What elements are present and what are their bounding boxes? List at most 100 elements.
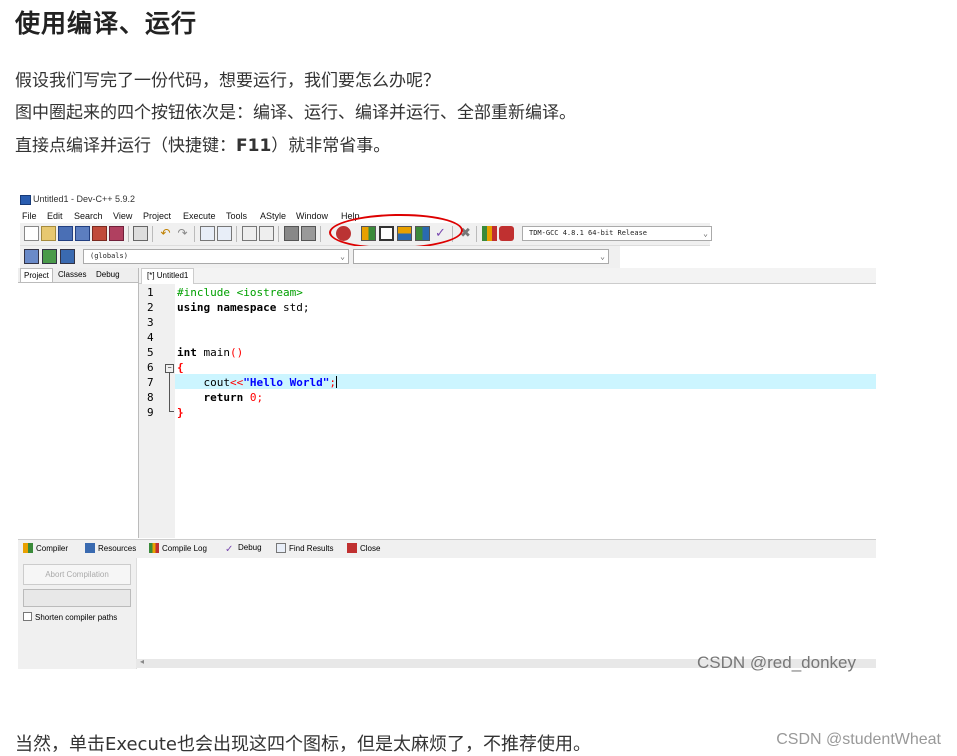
compile-progress-bar (23, 589, 131, 607)
toolbar-separator (278, 226, 279, 242)
menu-window[interactable]: Window (296, 211, 328, 221)
semicolon: ; (256, 391, 264, 404)
tab-compile-log-label: Compile Log (162, 544, 207, 553)
parens: () (230, 346, 244, 359)
paragraph-1: 假设我们写完了一份代码，想要运行，我们要怎么办呢？ (15, 71, 440, 91)
paragraph-3-a: 直接点编译并运行（快捷键： (15, 136, 236, 156)
compiler-select[interactable]: TDM-GCC 4.8.1 64-bit Release ⌄ (522, 226, 712, 241)
member-select[interactable]: ⌄ (353, 249, 609, 264)
tab-classes[interactable]: Classes (58, 270, 86, 279)
line-number: 6 (147, 361, 154, 374)
tab-debug-label: Debug (238, 543, 262, 552)
goto-definition-icon[interactable] (42, 249, 57, 264)
new-file-icon[interactable] (24, 226, 39, 241)
save-all-icon[interactable] (75, 226, 90, 241)
fold-minus-icon[interactable]: − (165, 364, 174, 373)
toolbar-separator (128, 226, 129, 242)
profile-icon[interactable] (482, 226, 497, 241)
scroll-left-icon[interactable]: ◂ (140, 657, 144, 666)
scope-select-value: (globals) (90, 252, 128, 260)
find-results-icon (276, 543, 286, 553)
keyword: return (177, 391, 244, 404)
toolbar-separator (194, 226, 195, 242)
bottom-tab-bar: Compiler Resources Compile Log ✓ Debug Fi… (18, 539, 876, 559)
menu-search[interactable]: Search (74, 211, 103, 221)
shorten-paths-label: Shorten compiler paths (35, 613, 118, 622)
editor-tab-bar: [*] Untitled1 (139, 268, 876, 284)
debug-check-icon: ✓ (225, 544, 234, 555)
checkbox-box (23, 612, 32, 621)
editor-tab-untitled1[interactable]: [*] Untitled1 (141, 268, 195, 284)
line-number: 2 (147, 301, 154, 314)
menu-view[interactable]: View (113, 211, 132, 221)
line-number: 8 (147, 391, 154, 404)
line-number: 5 (147, 346, 154, 359)
line-number: 7 (147, 376, 154, 389)
code-line: cout<<"Hello World"; (177, 376, 337, 389)
tab-debug-bottom[interactable]: ✓ Debug (225, 543, 262, 555)
save-icon[interactable] (58, 226, 73, 241)
code-line: { (177, 361, 184, 374)
toolbar-separator (476, 226, 477, 242)
project-panel: Project Classes Debug (18, 268, 139, 538)
menu-edit[interactable]: Edit (47, 211, 63, 221)
goto-declaration-icon[interactable] (24, 249, 39, 264)
tab-resources[interactable]: Resources (85, 543, 136, 553)
code-line: return 0; (177, 391, 263, 404)
fold-end (169, 411, 174, 412)
insert-icon[interactable] (60, 249, 75, 264)
menu-execute[interactable]: Execute (183, 211, 216, 221)
tab-project[interactable]: Project (20, 268, 53, 282)
menu-project[interactable]: Project (143, 211, 171, 221)
window-titlebar: Untitled1 - Dev-C++ 5.9.2 (18, 191, 578, 208)
text-cursor (335, 376, 337, 388)
scope-select[interactable]: (globals) ⌄ (83, 249, 349, 264)
close-all-icon[interactable] (109, 226, 124, 241)
paragraph-3-b: ）就非常省事。 (271, 136, 391, 156)
paragraph-3: 直接点编译并运行（快捷键：F11）就非常省事。 (15, 131, 390, 156)
goto-line-icon[interactable] (242, 226, 257, 241)
redo-icon[interactable]: ↷ (175, 226, 190, 241)
debug-icon[interactable] (499, 226, 514, 241)
menu-tools[interactable]: Tools (226, 211, 247, 221)
tab-close[interactable]: Close (347, 543, 380, 553)
compile-controls: Abort Compilation Shorten compiler paths (18, 558, 137, 669)
page-heading: 使用编译、运行 (15, 9, 198, 38)
toggle-bookmark-icon[interactable] (259, 226, 274, 241)
chevron-down-icon: ⌄ (600, 252, 605, 261)
print-icon[interactable] (133, 226, 148, 241)
unindent-icon[interactable] (301, 226, 316, 241)
open-icon[interactable] (41, 226, 56, 241)
compiler-select-value: TDM-GCC 4.8.1 64-bit Release (529, 229, 648, 237)
line-number: 1 (147, 286, 154, 299)
line-number: 4 (147, 331, 154, 344)
find-icon[interactable] (200, 226, 215, 241)
compile-log-icon (149, 543, 159, 553)
tab-resources-label: Resources (98, 544, 137, 553)
replace-icon[interactable] (217, 226, 232, 241)
screenshot-watermark: CSDN @red_donkey (697, 653, 856, 672)
tab-find-results[interactable]: Find Results (276, 543, 333, 553)
menu-file[interactable]: File (22, 211, 37, 221)
compiler-icon (23, 543, 33, 553)
tab-close-label: Close (360, 544, 381, 553)
tab-compile-log[interactable]: Compile Log (149, 543, 207, 553)
code-editor[interactable]: #include <iostream> using namespace std;… (175, 284, 876, 538)
chevron-down-icon: ⌄ (340, 252, 345, 261)
code-line: } (177, 406, 184, 419)
paragraph-2: 图中圈起来的四个按钮依次是：编译、运行、编译并运行、全部重新编译。 (15, 103, 576, 123)
menu-astyle[interactable]: AStyle (260, 211, 286, 221)
string-literal: "Hello World" (243, 376, 330, 389)
tab-find-results-label: Find Results (289, 544, 334, 553)
code-text: std; (276, 301, 310, 314)
keyword: int (177, 346, 197, 359)
tab-compiler[interactable]: Compiler (23, 543, 68, 553)
line-number: 9 (147, 406, 154, 419)
shorten-paths-checkbox[interactable]: Shorten compiler paths (23, 612, 117, 622)
undo-icon[interactable]: ↶ (158, 226, 173, 241)
tab-debug[interactable]: Debug (96, 270, 120, 279)
close-file-icon[interactable] (92, 226, 107, 241)
keyword: using namespace (177, 301, 277, 314)
indent-icon[interactable] (284, 226, 299, 241)
abort-compilation-button[interactable]: Abort Compilation (23, 564, 131, 585)
